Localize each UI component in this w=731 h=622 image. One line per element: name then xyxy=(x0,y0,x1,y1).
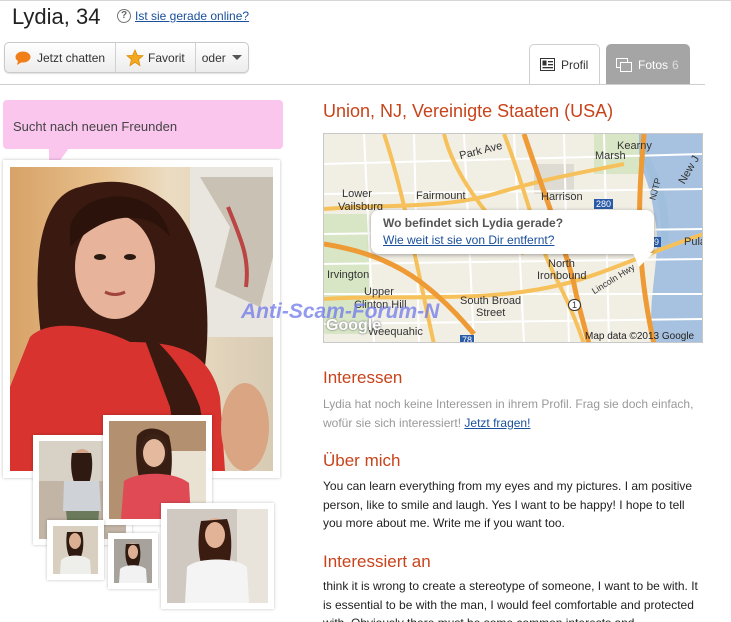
photos-stack-icon xyxy=(616,57,632,72)
profile-card-icon xyxy=(540,58,555,71)
map-place-label: Irvington xyxy=(327,269,370,281)
map-place-label: Harrison xyxy=(541,191,583,203)
chat-button[interactable]: Jetzt chatten xyxy=(5,43,117,72)
help-icon[interactable]: ? xyxy=(117,9,131,23)
photo-thumbnail[interactable] xyxy=(47,520,104,580)
map-place-label: Fairmount xyxy=(416,190,466,202)
thumbnail-image xyxy=(53,526,98,574)
map-place-label: South Broad xyxy=(460,295,522,307)
about-me-text: You can learn everything from my eyes an… xyxy=(323,479,693,530)
tab-profile[interactable]: Profil xyxy=(529,44,600,85)
seeking-text: think it is wrong to create a stereotype… xyxy=(323,579,698,622)
thumbnail-image xyxy=(114,539,152,583)
highway-shield: 78 xyxy=(460,335,475,343)
chat-button-label: Jetzt chatten xyxy=(37,50,106,65)
photo-thumbnail[interactable] xyxy=(161,503,274,609)
distance-link[interactable]: Wie weit ist sie von Dir entfernt? xyxy=(383,233,654,247)
about-me-heading: Über mich xyxy=(323,451,401,470)
map-popup-tail xyxy=(633,253,653,267)
location-heading: Union, NJ, Vereinigte Staaten (USA) xyxy=(323,101,614,121)
map-place-label: Pula xyxy=(684,236,702,248)
star-icon xyxy=(126,48,145,66)
tab-photos[interactable]: Fotos 6 xyxy=(606,44,690,85)
chevron-down-icon xyxy=(231,55,242,60)
map-place-label: Ironbound xyxy=(537,270,587,282)
map-popup-question: Wo befindet sich Lydia gerade? xyxy=(383,216,564,230)
looking-for-text: Sucht nach neuen Freunden xyxy=(13,119,178,134)
map-attribution: Map data ©2013 Google xyxy=(585,331,695,342)
action-bar: Jetzt chatten Favorit oder xyxy=(4,42,249,73)
more-actions-label: oder xyxy=(201,50,226,65)
highway-shield: 280 xyxy=(594,199,614,209)
looking-for-bubble: Sucht nach neuen Freunden xyxy=(3,100,283,149)
ask-now-link[interactable]: Jetzt fragen! xyxy=(464,416,530,430)
map-popup: Wo befindet sich Lydia gerade? Wie weit … xyxy=(371,210,654,254)
thumbnail-image xyxy=(167,509,268,603)
map-place-label: Street xyxy=(476,307,506,319)
photos-count: 6 xyxy=(672,57,679,72)
interests-text-block: Lydia hat noch keine Interessen in ihrem… xyxy=(323,395,707,432)
map-place-label: Lower xyxy=(342,188,372,200)
map-place-label: Upper xyxy=(364,286,394,298)
profile-name-age: Lydia, 34 xyxy=(12,4,101,29)
seeking-heading: Interessiert an xyxy=(323,552,431,571)
tab-divider xyxy=(0,84,705,85)
tab-profile-label: Profil xyxy=(561,57,589,72)
more-actions-dropdown[interactable]: oder xyxy=(196,43,248,72)
chat-bubble-icon xyxy=(15,51,31,65)
favorite-button-label: Favorit xyxy=(148,50,185,65)
highway-shield: 1 xyxy=(568,299,582,311)
favorite-button[interactable]: Favorit xyxy=(116,43,196,72)
watermark: Anti-Scam-Forum-N xyxy=(241,300,440,323)
interests-heading: Interessen xyxy=(323,368,403,387)
top-divider xyxy=(0,0,731,1)
map-place-label: North xyxy=(548,258,575,270)
map-place-label: Marsh xyxy=(595,150,626,162)
online-status-link[interactable]: Ist sie gerade online? xyxy=(135,9,249,23)
photo-thumbnail[interactable] xyxy=(108,533,158,589)
tab-photos-label: Fotos xyxy=(638,57,669,72)
